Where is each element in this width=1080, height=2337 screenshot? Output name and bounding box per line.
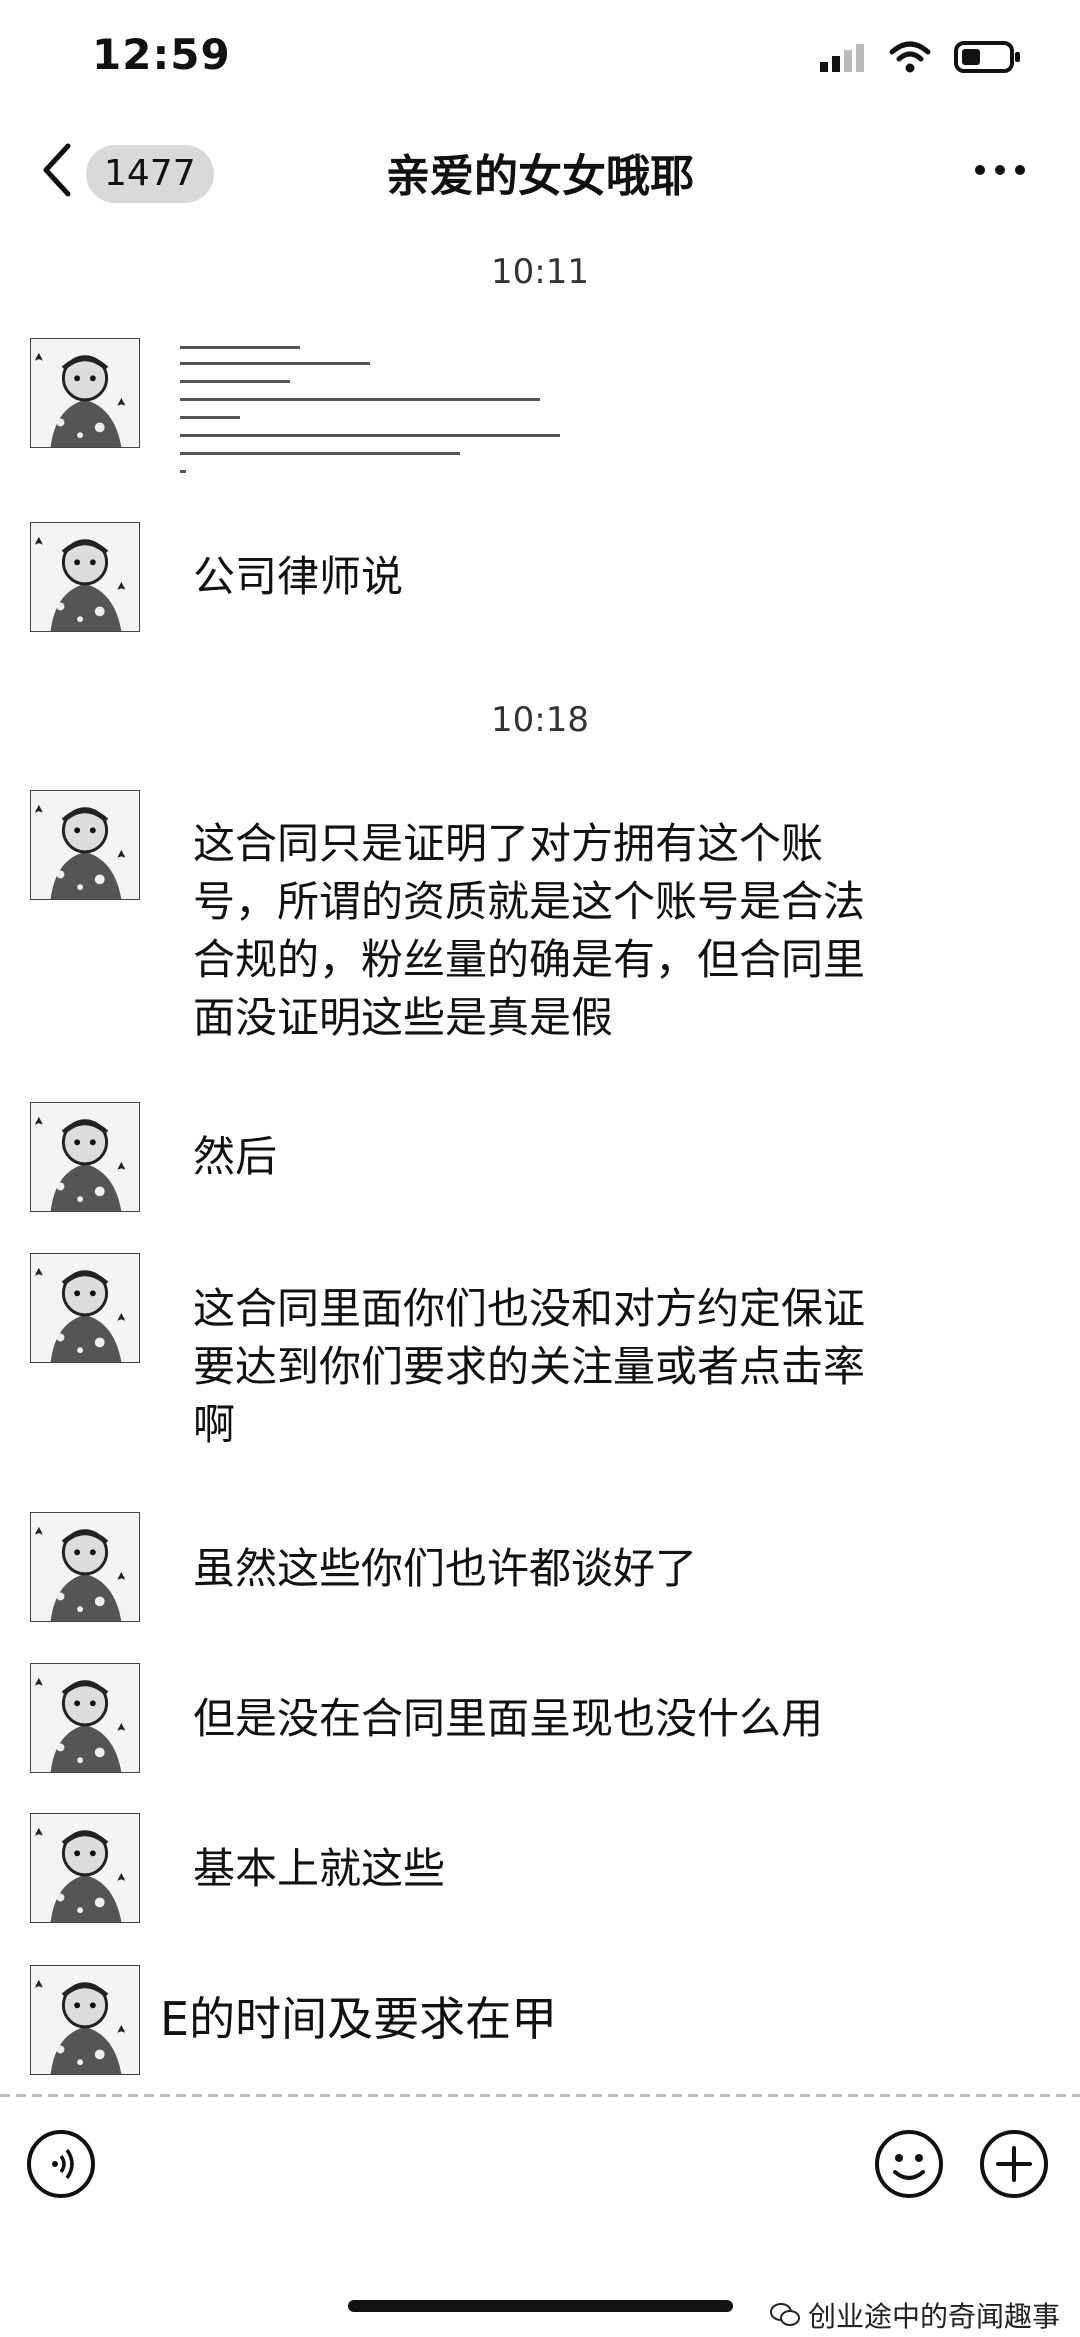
status-time: 12:59 [92,30,231,79]
plus-icon[interactable] [978,2128,1050,2200]
contact-avatar[interactable] [30,1813,140,1923]
timestamp: 10:18 [491,700,589,740]
contact-avatar[interactable] [30,1102,140,1212]
status-icons [818,40,1022,74]
document-image-message[interactable] [180,340,580,480]
text-message[interactable]: 基本上就这些 [193,1840,893,1898]
contact-avatar[interactable] [30,1512,140,1622]
contact-avatar[interactable] [30,1663,140,1773]
voice-icon[interactable] [25,2128,97,2200]
wechat-logo-icon [769,2303,800,2326]
wifi-icon [889,41,931,73]
text-message[interactable]: 虽然这些你们也许都谈好了 [193,1540,893,1598]
contact-avatar[interactable] [30,1253,140,1363]
chat-title: 亲爱的女女哦耶 [386,151,694,202]
timestamp: 10:11 [491,252,589,292]
emoji-icon[interactable] [873,2128,945,2200]
more-icon[interactable] [970,150,1030,190]
text-message[interactable]: 然后 [193,1128,893,1186]
text-message[interactable]: 公司律师说 [193,548,893,606]
contact-avatar[interactable] [30,790,140,900]
text-message[interactable]: 这合同只是证明了对方拥有这个账号，所谓的资质就是这个账号是合法合规的，粉丝量的确… [193,815,893,1047]
signal-icon [820,44,864,72]
text-message[interactable]: 这合同里面你们也没和对方约定保证要达到你们要求的关注量或者点击率啊 [193,1280,893,1454]
contact-avatar[interactable] [30,522,140,632]
watermark-text: 创业途中的奇闻趣事 [807,2300,1060,2333]
text-message[interactable]: E的时间及要求在甲 [160,1990,860,2048]
watermark: 创业途中的奇闻趣事 [769,2295,1060,2335]
text-message[interactable]: 但是没在合同里面呈现也没什么用 [193,1690,893,1748]
contact-avatar[interactable] [30,338,140,448]
contact-avatar[interactable] [30,1965,140,2075]
input-divider [0,2094,1080,2097]
home-indicator[interactable] [348,2300,733,2312]
battery-icon [954,41,1020,73]
